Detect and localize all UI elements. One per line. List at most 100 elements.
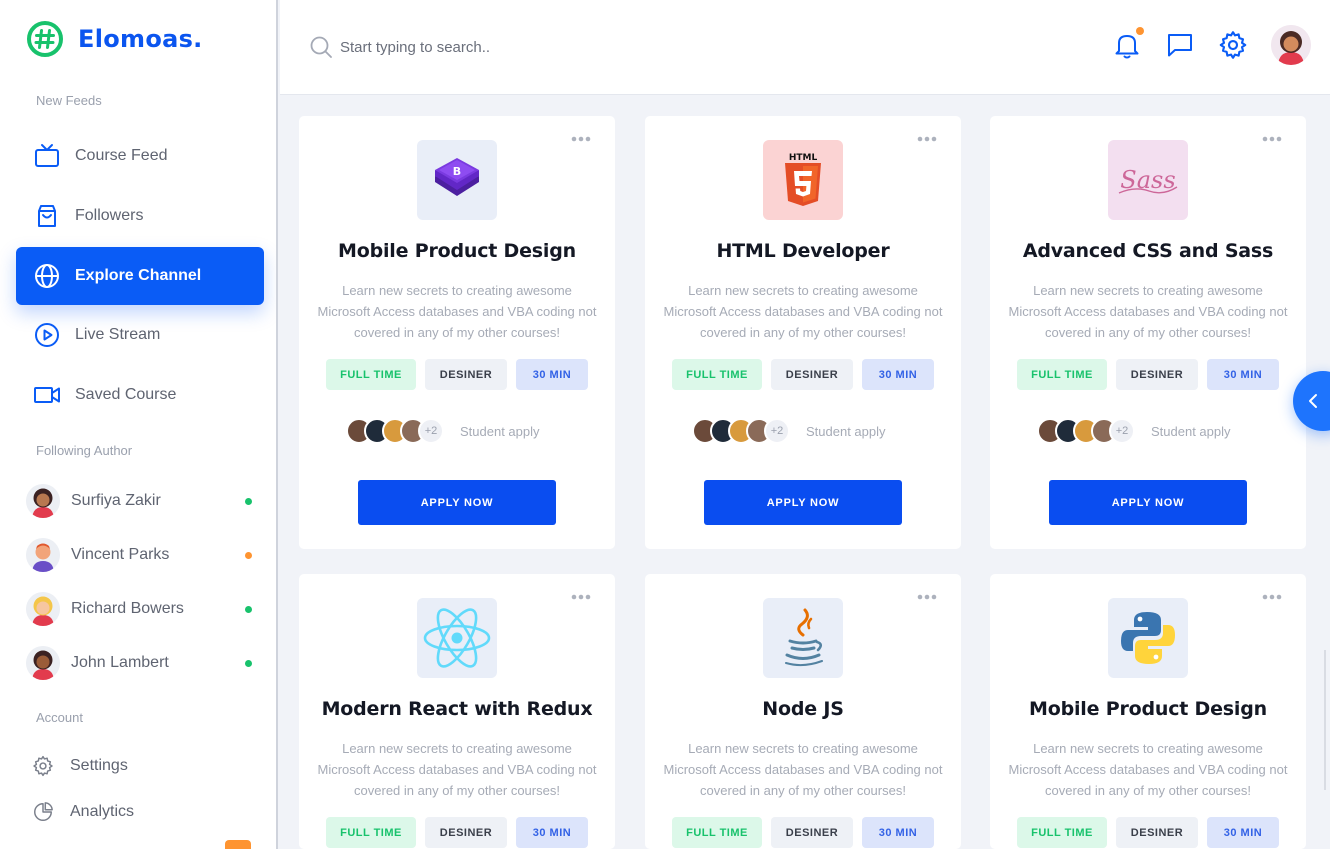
author-item[interactable]: Richard Bowers xyxy=(26,589,256,629)
avatar xyxy=(26,538,60,572)
apply-now-button[interactable]: APPLY NOW xyxy=(704,480,902,525)
tag-duration: 30 MIN xyxy=(1207,359,1279,390)
chat-icon[interactable] xyxy=(1165,30,1195,60)
apply-now-button[interactable]: APPLY NOW xyxy=(358,480,556,525)
tv-icon xyxy=(34,143,60,169)
tag-designer: DESINER xyxy=(771,817,853,848)
sidebar-item-course-feed[interactable]: Course Feed xyxy=(16,127,264,185)
course-title: Node JS xyxy=(762,698,844,720)
course-description: Learn new secrets to creating awesome Mi… xyxy=(663,741,943,798)
author-item[interactable]: Vincent Parks xyxy=(26,535,256,575)
applicants-count: +2 xyxy=(418,418,444,444)
scrollbar[interactable] xyxy=(1324,650,1326,790)
course-card: Node JS Learn new secrets to creating aw… xyxy=(645,574,961,849)
applicants-label: Student apply xyxy=(460,423,540,439)
sidebar-item-saved-course[interactable]: Saved Course xyxy=(16,366,264,424)
course-logo-box: Sass xyxy=(1108,140,1188,220)
more-options-icon[interactable] xyxy=(1262,136,1282,142)
course-logo-box xyxy=(1108,598,1188,678)
sidebar-item-label: Course Feed xyxy=(75,147,168,164)
course-description: Learn new secrets to creating awesome Mi… xyxy=(1008,741,1288,798)
course-logo-box: B xyxy=(417,140,497,220)
author-item[interactable]: John Lambert xyxy=(26,643,256,683)
play-circle-icon xyxy=(34,322,60,348)
pie-chart-icon xyxy=(34,802,53,821)
video-icon xyxy=(34,382,60,408)
avatar xyxy=(26,484,60,518)
author-name: Surfiya Zakir xyxy=(71,492,161,509)
sidebar-item-explore-channel[interactable]: Explore Channel xyxy=(16,247,264,305)
course-description: Learn new secrets to creating awesome Mi… xyxy=(317,741,597,798)
author-item[interactable]: Surfiya Zakir xyxy=(26,481,256,521)
author-name: Richard Bowers xyxy=(71,600,184,617)
course-tags: FULL TIME DESINER 30 MIN xyxy=(672,817,943,848)
tag-designer: DESINER xyxy=(425,359,507,390)
sidebar-item-analytics[interactable]: Analytics xyxy=(32,801,134,823)
tag-designer: DESINER xyxy=(1116,359,1198,390)
following-author-label: Following Author xyxy=(36,443,133,458)
course-tags: FULL TIME DESINER 30 MIN xyxy=(326,359,597,390)
search-input[interactable] xyxy=(340,35,640,59)
away-status-dot xyxy=(245,552,252,559)
course-title: Mobile Product Design xyxy=(1029,698,1267,720)
tag-duration: 30 MIN xyxy=(1207,817,1279,848)
avatar xyxy=(26,646,60,680)
tag-designer: DESINER xyxy=(425,817,507,848)
tag-designer: DESINER xyxy=(1116,817,1198,848)
search-icon xyxy=(310,36,332,58)
sidebar-item-label: Saved Course xyxy=(75,386,177,403)
sidebar-item-followers[interactable]: Followers xyxy=(16,187,264,245)
course-title: Advanced CSS and Sass xyxy=(1022,240,1274,262)
tag-full-time: FULL TIME xyxy=(1017,817,1107,848)
gear-icon xyxy=(33,755,53,777)
apply-now-button[interactable]: APPLY NOW xyxy=(1049,480,1247,525)
sass-logo-icon: Sass xyxy=(1118,166,1178,194)
tag-duration: 30 MIN xyxy=(516,359,588,390)
sidebar-item-live-stream[interactable]: Live Stream xyxy=(16,306,264,364)
chevron-left-icon xyxy=(1309,394,1317,408)
more-options-icon[interactable] xyxy=(571,136,591,142)
course-logo-box xyxy=(417,598,497,678)
gear-icon[interactable] xyxy=(1218,30,1248,60)
course-description: Learn new secrets to creating awesome Mi… xyxy=(1008,283,1288,340)
course-description: Learn new secrets to creating awesome Mi… xyxy=(663,283,943,340)
course-logo-box xyxy=(763,598,843,678)
online-status-dot xyxy=(245,606,252,613)
course-title: Modern React with Redux xyxy=(321,698,593,720)
applicants-label: Student apply xyxy=(1151,423,1231,439)
top-header xyxy=(280,0,1330,95)
tag-full-time: FULL TIME xyxy=(326,817,416,848)
sidebar-item-label: Explore Channel xyxy=(75,267,202,284)
brand-logo[interactable]: Elomoas. xyxy=(26,20,203,58)
tag-duration: 30 MIN xyxy=(516,817,588,848)
html5-logo-icon: HTML xyxy=(785,153,821,206)
python-logo-icon xyxy=(1121,612,1175,664)
badge xyxy=(225,840,251,849)
sidebar-item-settings[interactable]: Settings xyxy=(32,755,128,777)
hashtag-logo-icon xyxy=(27,21,63,57)
more-options-icon[interactable] xyxy=(1262,594,1282,600)
svg-text:B: B xyxy=(453,165,461,178)
java-logo-icon xyxy=(785,608,823,667)
tag-full-time: FULL TIME xyxy=(672,359,762,390)
course-tags: FULL TIME DESINER 30 MIN xyxy=(1017,359,1288,390)
tag-full-time: FULL TIME xyxy=(1017,359,1107,390)
course-card: HTML HTML Developer Learn new secrets to… xyxy=(645,116,961,549)
applicants-count: +2 xyxy=(1109,418,1135,444)
applicants: +2 Student apply xyxy=(346,418,540,444)
course-card: Mobile Product Design Learn new secrets … xyxy=(990,574,1306,849)
notification-dot xyxy=(1136,27,1144,35)
applicants-count: +2 xyxy=(764,418,790,444)
more-options-icon[interactable] xyxy=(917,594,937,600)
account-label: Account xyxy=(36,710,83,725)
applicants: +2 Student apply xyxy=(692,418,886,444)
course-description: Learn new secrets to creating awesome Mi… xyxy=(317,283,597,340)
author-name: Vincent Parks xyxy=(71,546,170,563)
bootstrap-logo-icon: B xyxy=(435,158,479,196)
app-name: Elomoas. xyxy=(78,25,203,53)
user-avatar[interactable] xyxy=(1271,25,1311,65)
course-logo-box: HTML xyxy=(763,140,843,220)
course-card: Sass Advanced CSS and Sass Learn new sec… xyxy=(990,116,1306,549)
more-options-icon[interactable] xyxy=(571,594,591,600)
more-options-icon[interactable] xyxy=(917,136,937,142)
